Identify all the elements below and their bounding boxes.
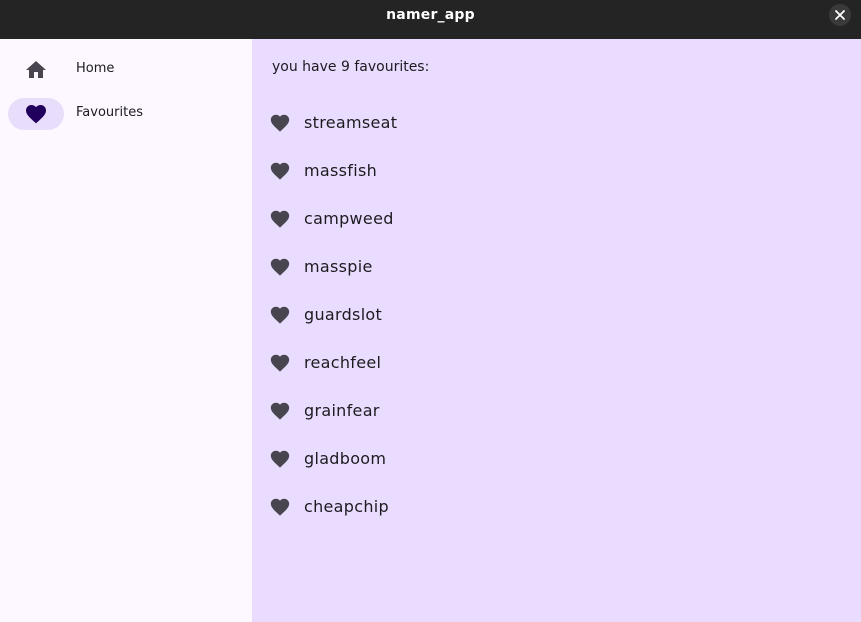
list-item[interactable]: campweed	[252, 195, 861, 243]
heart-icon	[268, 399, 292, 423]
favourite-word: reachfeel	[304, 353, 382, 372]
list-item[interactable]: reachfeel	[252, 339, 861, 387]
list-item[interactable]: massfish	[252, 147, 861, 195]
heart-icon	[268, 207, 292, 231]
nav-label-home: Home	[76, 61, 115, 76]
favourites-list: streamseat massfish campweed masspie gua…	[252, 99, 861, 531]
heart-icon	[268, 447, 292, 471]
favourite-word: masspie	[304, 257, 373, 276]
list-item[interactable]: masspie	[252, 243, 861, 291]
list-item[interactable]: grainfear	[252, 387, 861, 435]
home-icon	[26, 61, 46, 78]
favourite-word: guardslot	[304, 305, 383, 324]
nav-item-home[interactable]: Home	[0, 49, 252, 89]
heart-icon	[268, 495, 292, 519]
nav-indicator	[8, 54, 64, 86]
heart-icon	[26, 105, 46, 124]
favourite-word: massfish	[304, 161, 378, 180]
nav-indicator-selected	[8, 98, 64, 130]
favourite-word: streamseat	[304, 113, 398, 132]
heart-icon	[268, 351, 292, 375]
nav-label-favourites: Favourites	[76, 105, 143, 120]
list-item[interactable]: guardslot	[252, 291, 861, 339]
heart-icon	[268, 255, 292, 279]
list-item[interactable]: cheapchip	[252, 483, 861, 531]
heart-icon	[268, 111, 292, 135]
favourites-count-text: you have 9 favourites:	[272, 59, 430, 75]
nav-item-favourites[interactable]: Favourites	[0, 93, 252, 133]
list-item[interactable]: streamseat	[252, 99, 861, 147]
favourite-word: grainfear	[304, 401, 380, 420]
window-title: namer_app	[386, 7, 475, 23]
favourite-word: gladboom	[304, 449, 387, 468]
close-button[interactable]	[829, 4, 851, 26]
favourites-page: you have 9 favourites: streamseat massfi…	[252, 39, 861, 622]
list-item[interactable]: gladboom	[252, 435, 861, 483]
favourite-word: campweed	[304, 209, 394, 228]
favourite-word: cheapchip	[304, 497, 389, 516]
app-window: namer_app Home Favourites you have 9 fav…	[0, 0, 861, 622]
navigation-rail: Home Favourites	[0, 39, 252, 622]
heart-icon	[268, 159, 292, 183]
close-icon	[835, 10, 845, 20]
heart-icon	[268, 303, 292, 327]
title-bar[interactable]: namer_app	[0, 0, 861, 39]
